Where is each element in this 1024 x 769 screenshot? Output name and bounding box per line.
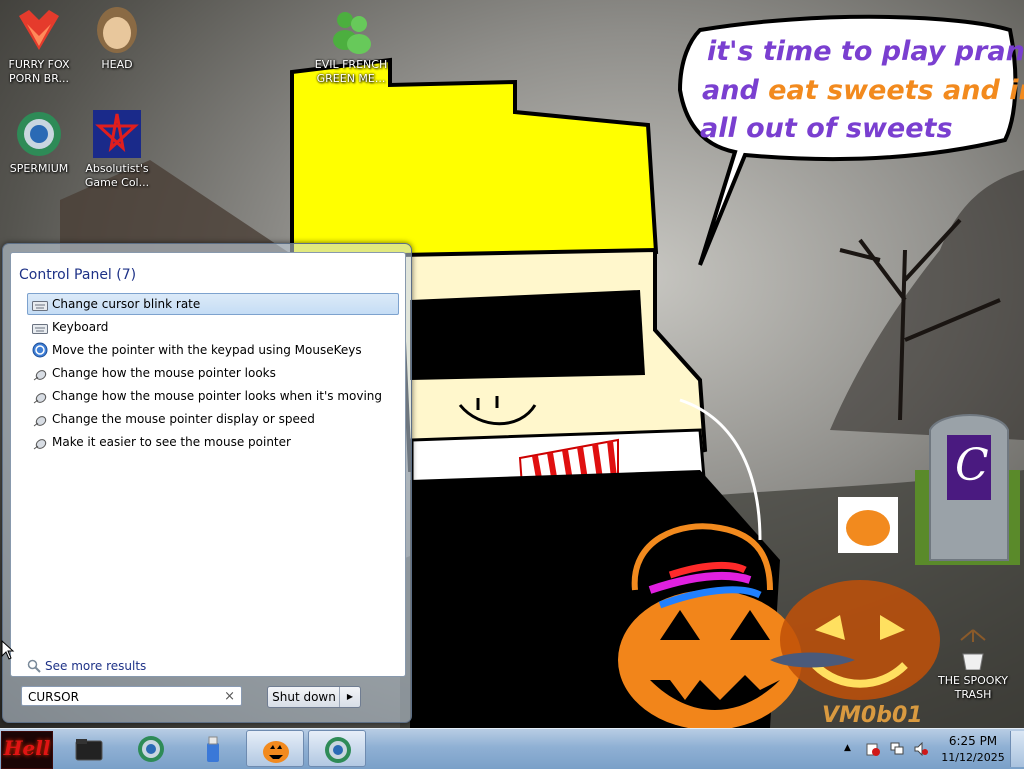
search-icon	[27, 659, 41, 673]
shutdown-options-arrow-icon[interactable]: ▶	[339, 687, 360, 707]
system-tray: ▲ 6:25 PM 11/12/2025	[842, 731, 1022, 767]
chrome-icon	[15, 110, 63, 158]
clock-date[interactable]: 11/12/2025	[938, 751, 1008, 764]
desktop-icon-evil-french[interactable]: EVIL FRENCH GREEN ME...	[312, 0, 390, 86]
shutdown-button[interactable]: Shut down	[268, 687, 340, 707]
desktop-icon-spooky-trash[interactable]: THE SPOOKY TRASH	[934, 624, 1012, 702]
chrome-icon	[137, 735, 165, 763]
chrome-icon	[324, 736, 352, 764]
result-pointer-moving[interactable]: Change how the mouse pointer looks when …	[27, 385, 399, 407]
desktop-icon-furry-fox[interactable]: FURRY FOX PORN BR...	[0, 0, 78, 86]
messenger-icon	[327, 6, 375, 54]
trash-icon	[953, 626, 993, 671]
result-pointer-looks[interactable]: Change how the mouse pointer looks	[27, 362, 399, 384]
taskbar-explorer-button[interactable]	[60, 730, 118, 767]
clock-time[interactable]: 6:25 PM	[938, 734, 1008, 748]
fox-icon	[15, 6, 63, 54]
desktop-icon-spermium[interactable]: SPERMIUM	[0, 104, 78, 176]
result-pointer-easier[interactable]: Make it easier to see the mouse pointer	[27, 431, 399, 453]
folder-icon	[75, 735, 103, 763]
result-list: Change cursor blink rate Keyboard Move t…	[27, 293, 399, 454]
taskbar: Hell ▲ 6:25 PM 11/12/2025	[0, 728, 1024, 769]
result-change-cursor-blink-rate[interactable]: Change cursor blink rate	[27, 293, 399, 315]
result-mousekeys[interactable]: Move the pointer with the keypad using M…	[27, 339, 399, 361]
head-icon	[93, 6, 141, 54]
ease-of-access-icon	[32, 342, 48, 358]
desktop-icon-head[interactable]: HEAD	[78, 0, 156, 72]
result-pointer-speed[interactable]: Change the mouse pointer display or spee…	[27, 408, 399, 430]
mouse-icon	[32, 390, 48, 404]
section-header-control-panel[interactable]: Control Panel (7)	[19, 267, 136, 283]
show-hidden-icons-icon[interactable]: ▲	[844, 743, 858, 757]
action-center-alert-icon[interactable]	[866, 742, 880, 756]
result-keyboard[interactable]: Keyboard	[27, 316, 399, 338]
taskbar-chrome-window-button[interactable]	[308, 730, 366, 767]
start-button[interactable]: Hell	[1, 731, 53, 769]
mouse-icon	[32, 436, 48, 450]
shutdown-button-group: Shut down ▶	[267, 686, 361, 708]
volume-muted-icon[interactable]	[914, 741, 928, 757]
bucket-text: VM0b01	[822, 703, 923, 728]
network-icon[interactable]	[890, 742, 904, 756]
start-menu: Control Panel (7) Change cursor blink ra…	[2, 243, 412, 723]
search-results-panel: Control Panel (7) Change cursor blink ra…	[10, 252, 406, 677]
keyboard-icon	[32, 321, 48, 334]
clear-search-icon[interactable]: ×	[224, 687, 235, 707]
mouse-icon	[32, 413, 48, 427]
keyboard-icon	[32, 298, 48, 311]
desktop-icon-absolutist[interactable]: Absolutist's Game Col...	[78, 104, 156, 190]
mouse-cursor-icon	[1, 640, 15, 660]
bubble-line-2: and eat sweets and im	[702, 75, 1024, 106]
search-input-value: CURSOR	[28, 690, 79, 704]
taskbar-pumpkin-button[interactable]	[246, 730, 304, 767]
see-more-results-link[interactable]: See more results	[27, 659, 146, 673]
usb-icon	[199, 735, 227, 763]
mouse-icon	[32, 367, 48, 381]
pumpkin-icon	[262, 736, 290, 764]
start-menu-footer: CURSOR × Shut down ▶	[10, 676, 404, 718]
show-desktop-button[interactable]	[1010, 731, 1024, 767]
tombstone-letter: C	[955, 440, 989, 491]
taskbar-chrome-button[interactable]	[122, 730, 180, 767]
bubble-line-3: all out of sweets	[700, 113, 953, 144]
absolutist-icon	[93, 110, 141, 158]
taskbar-usb-button[interactable]	[184, 730, 242, 767]
bubble-line-1: it's time to play pranks	[707, 36, 1024, 67]
search-input[interactable]: CURSOR ×	[21, 686, 242, 706]
